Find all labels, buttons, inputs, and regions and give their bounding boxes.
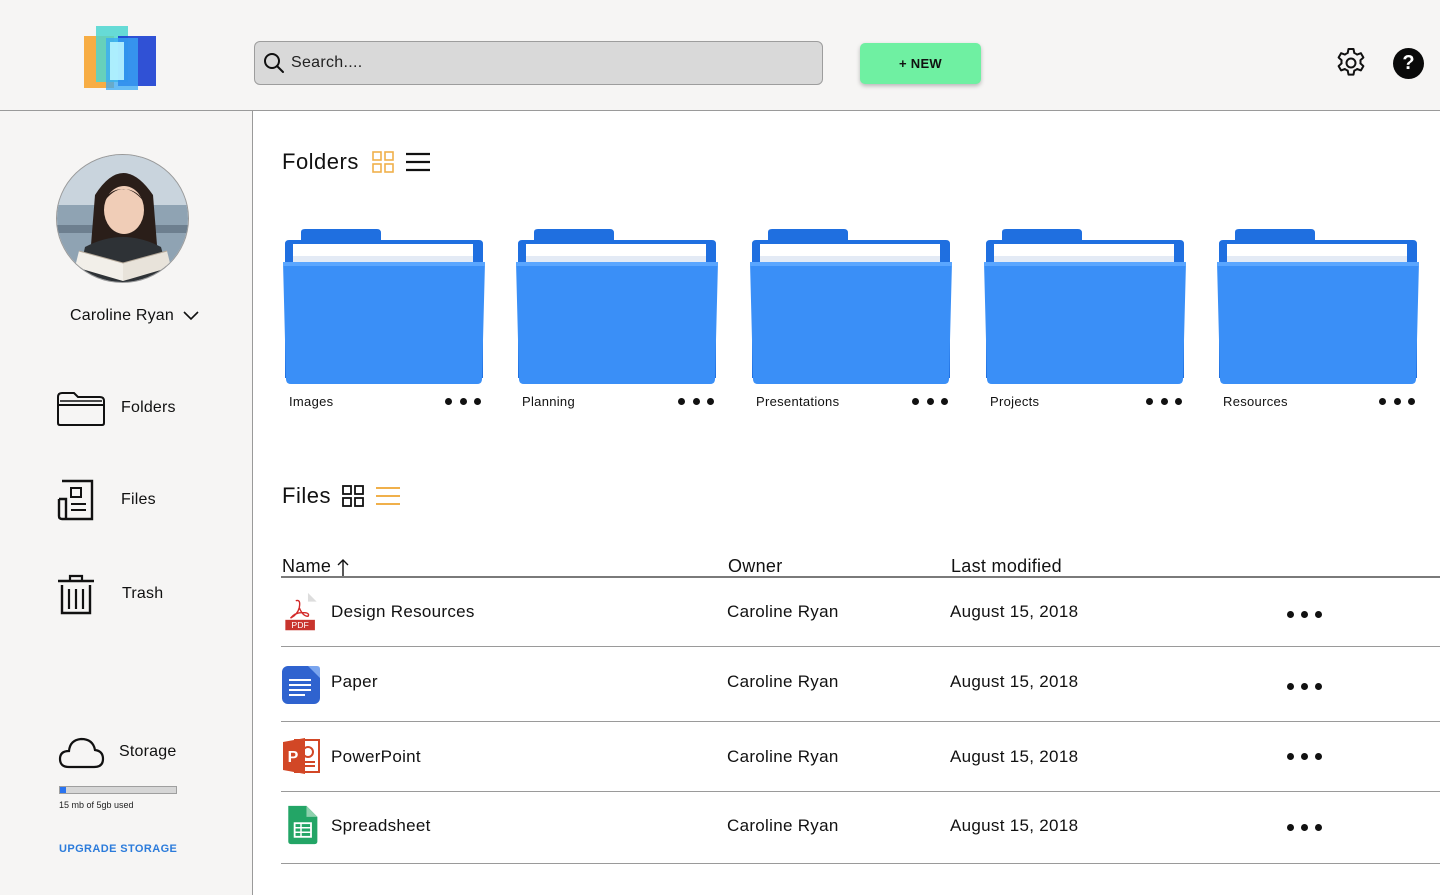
folders-section-header: Folders [282,149,431,175]
search-bar[interactable] [254,41,823,85]
column-header-last-modified[interactable]: Last modified [951,556,1062,577]
storage-progress-bar [59,786,177,794]
avatar-photo [57,155,188,282]
file-type-icon-wrap: PDF [281,592,321,632]
more-options-icon[interactable] [1287,682,1322,690]
help-icon[interactable]: ? [1393,48,1424,79]
more-options-icon[interactable] [1287,752,1322,760]
file-row[interactable]: PDF Design Resources Caroline Ryan Augus… [281,578,1440,647]
folder-card[interactable]: Images [283,228,485,409]
list-view-icon[interactable] [375,484,401,508]
folder-card[interactable]: Planning [516,228,718,409]
file-name[interactable]: Design Resources [331,602,475,622]
file-last-modified: August 15, 2018 [950,602,1079,621]
file-owner: Caroline Ryan [727,816,839,835]
file-name[interactable]: Spreadsheet [331,816,431,836]
more-options-icon[interactable] [445,394,481,408]
column-header-name[interactable]: Name [282,556,349,577]
sidebar-item-label: Trash [122,585,164,602]
folder-name: Resources [1223,394,1288,409]
file-owner: Caroline Ryan [727,672,839,691]
grid-view-icon[interactable] [341,484,365,508]
app-logo[interactable] [84,24,158,94]
folder-card[interactable]: Resources [1217,228,1419,409]
top-bar: + NEW ? [0,0,1440,111]
more-options-icon[interactable] [1287,823,1322,831]
svg-text:PDF: PDF [291,620,308,630]
folder-icon[interactable] [984,228,1186,388]
search-icon [264,53,284,73]
folder-icon[interactable] [750,228,952,388]
file-owner: Caroline Ryan [727,747,839,766]
file-type-icon-wrap [281,805,321,845]
file-row[interactable]: Paper Caroline Ryan August 15, 2018 [281,647,1440,722]
more-options-icon[interactable] [678,394,714,408]
folder-icon[interactable] [283,228,485,388]
column-name-label: Name [282,556,332,576]
upgrade-storage-link[interactable]: UPGRADE STORAGE [59,843,177,855]
files-table-header: Name Owner Last modified [281,556,1440,578]
file-last-modified: August 15, 2018 [950,672,1079,691]
folder-card[interactable]: Presentations [750,228,952,409]
column-modified-label: Last modified [951,556,1062,576]
file-row[interactable]: P PowerPoint Caroline Ryan August 15, 20… [281,722,1440,792]
files-title: Files [282,483,331,508]
settings-gear-icon[interactable] [1335,47,1367,79]
trash-icon [58,574,94,615]
search-input[interactable] [291,54,791,72]
file-type-icon-wrap [281,665,321,705]
folder-name: Planning [522,394,575,409]
folder-icon[interactable] [1217,228,1419,388]
list-view-icon[interactable] [405,150,431,174]
sidebar-item-label: Folders [121,399,176,416]
folder-name: Presentations [756,394,840,409]
grid-view-icon[interactable] [371,150,395,174]
folders-title: Folders [282,149,359,174]
more-options-icon[interactable] [912,394,948,408]
spreadsheet-file-icon [288,805,318,845]
more-options-icon[interactable] [1379,394,1415,408]
folder-icon [57,392,105,426]
cloud-icon [58,737,105,769]
file-name[interactable]: PowerPoint [331,747,421,767]
file-owner: Caroline Ryan [727,602,839,621]
storage-section[interactable]: Storage [57,734,176,770]
file-icon [57,479,94,521]
column-owner-label: Owner [728,556,783,576]
storage-label: Storage [119,743,177,760]
sidebar-item-label: Files [121,491,156,508]
file-name[interactable]: Paper [331,672,378,692]
avatar[interactable] [56,154,189,283]
folder-card[interactable]: Projects [984,228,1186,409]
powerpoint-file-icon: P [283,738,320,774]
sidebar-item-trash[interactable]: Trash [56,573,163,615]
folder-icon[interactable] [516,228,718,388]
sort-arrow-up-icon [337,558,349,576]
file-row[interactable]: Spreadsheet Caroline Ryan August 15, 201… [281,792,1440,864]
file-type-icon-wrap: P [281,736,321,776]
user-menu[interactable]: Caroline Ryan [70,307,200,325]
file-last-modified: August 15, 2018 [950,816,1079,835]
file-last-modified: August 15, 2018 [950,747,1079,766]
new-button[interactable]: + NEW [860,43,981,84]
chevron-down-icon [183,311,199,321]
folder-name: Images [289,394,334,409]
storage-progress-fill [60,787,66,793]
svg-text:P: P [288,749,299,766]
column-header-owner[interactable]: Owner [728,556,783,577]
folder-name: Projects [990,394,1040,409]
user-name: Caroline Ryan [70,307,174,324]
more-options-icon[interactable] [1146,394,1182,408]
sidebar: Caroline Ryan Folders Files Trash Storag… [0,111,253,895]
document-file-icon [282,666,320,704]
sidebar-item-files[interactable]: Files [56,479,156,521]
storage-usage-text: 15 mb of 5gb used [59,800,134,810]
files-section-header: Files [282,483,401,509]
more-options-icon[interactable] [1287,610,1322,618]
pdf-file-icon: PDF [285,592,317,632]
sidebar-item-folders[interactable]: Folders [56,387,176,429]
